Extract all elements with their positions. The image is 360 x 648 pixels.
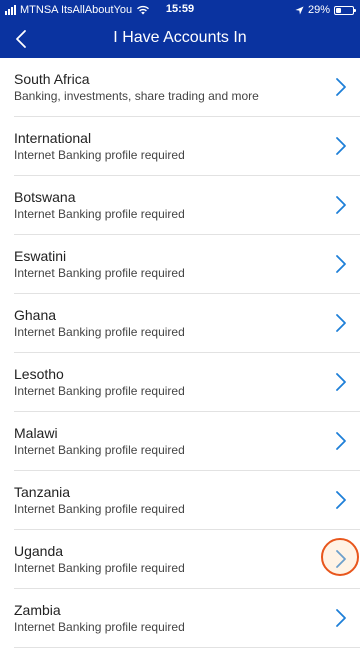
chevron-right-icon (336, 373, 346, 391)
account-row-eswatini[interactable]: Eswatini Internet Banking profile require… (0, 235, 360, 294)
account-row-title: Lesotho (14, 366, 64, 382)
account-row-uganda[interactable]: Uganda Internet Banking profile required (0, 530, 360, 589)
status-right: 29% (295, 0, 356, 20)
account-row-subtitle: Internet Banking profile required (14, 148, 185, 162)
chevron-right-icon (336, 491, 346, 509)
account-row-title: South Africa (14, 71, 90, 87)
account-row-malawi[interactable]: Malawi Internet Banking profile required (0, 412, 360, 471)
battery-icon (334, 5, 356, 15)
battery-level (336, 7, 341, 13)
battery-percent: 29% (307, 4, 330, 16)
header-bar: I Have Accounts In (0, 20, 360, 58)
account-row-subtitle: Internet Banking profile required (14, 266, 185, 280)
chevron-right-icon (336, 432, 346, 450)
account-row-title: Tanzania (14, 484, 71, 500)
account-row-title: Eswatini (14, 248, 67, 264)
account-row-title: Ghana (14, 307, 57, 323)
account-row-subtitle: Internet Banking profile required (14, 443, 185, 457)
account-row-tanzania[interactable]: Tanzania Internet Banking profile require… (0, 471, 360, 530)
account-row-title: International (14, 130, 92, 146)
chevron-right-icon (336, 196, 346, 214)
chevron-right-icon (336, 255, 346, 273)
status-bar: MTNSA ItsAllAboutYou 15:59 29% (0, 0, 360, 20)
account-row-title: Zambia (14, 602, 61, 618)
chevron-right-icon (336, 314, 346, 332)
account-row-lesotho[interactable]: Lesotho Internet Banking profile required (0, 353, 360, 412)
account-row-title: Malawi (14, 425, 58, 441)
chevron-right-icon (336, 609, 346, 627)
accounts-list: South Africa Banking, investments, share … (0, 58, 360, 648)
chevron-right-icon (336, 137, 346, 155)
account-row-zambia[interactable]: Zambia Internet Banking profile required (0, 589, 360, 648)
account-row-subtitle: Internet Banking profile required (14, 384, 185, 398)
account-row-subtitle: Internet Banking profile required (14, 207, 185, 221)
account-row-south-africa[interactable]: South Africa Banking, investments, share … (0, 58, 360, 117)
account-row-title: Botswana (14, 189, 76, 205)
chevron-right-icon (336, 550, 346, 568)
page-title: I Have Accounts In (113, 29, 247, 46)
account-row-subtitle: Internet Banking profile required (14, 561, 185, 575)
account-row-subtitle: Banking, investments, share trading and … (14, 89, 259, 103)
location-arrow-icon (295, 5, 304, 15)
account-row-subtitle: Internet Banking profile required (14, 620, 185, 634)
account-row-botswana[interactable]: Botswana Internet Banking profile require… (0, 176, 360, 235)
account-row-international[interactable]: International Internet Banking profile re… (0, 117, 360, 176)
account-row-subtitle: Internet Banking profile required (14, 502, 185, 516)
account-row-title: Uganda (14, 543, 64, 559)
chevron-right-icon (336, 78, 346, 96)
account-row-ghana[interactable]: Ghana Internet Banking profile required (0, 294, 360, 353)
account-row-subtitle: Internet Banking profile required (14, 325, 185, 339)
